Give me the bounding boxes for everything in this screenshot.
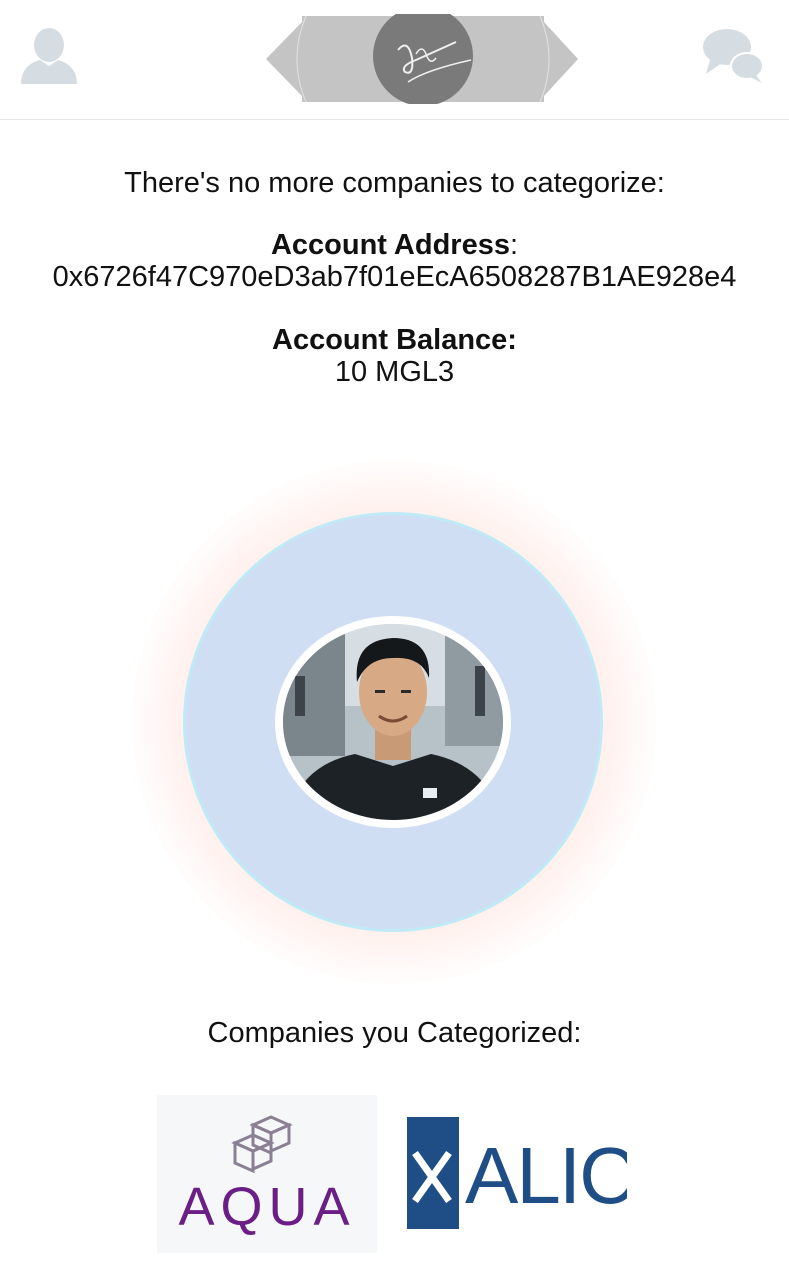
company-logo-xalic[interactable]: ALIC [407,1095,637,1253]
profile-icon[interactable] [18,26,80,86]
xalic-logo-text: ALIC [465,1131,627,1220]
categorized-heading: Companies you Categorized: [207,1017,582,1049]
chat-bubbles-icon[interactable] [700,26,766,86]
account-address-value: 0x6726f47C970eD3ab7f01eEcA6508287B1AE928… [52,261,737,293]
account-balance-value: 10 MGL3 [334,356,455,388]
avatar[interactable] [275,616,511,828]
status-message: There's no more companies to categorize: [124,167,665,199]
account-address-label: Account Address [270,229,510,261]
company-logo-aqua[interactable]: AQUA [157,1095,377,1253]
account-address-colon: : [509,229,519,261]
app-logo[interactable] [266,6,580,106]
account-balance-label: Account Balance: [272,324,517,356]
app-header [0,0,789,120]
account-address-heading: Account Address: [0,228,789,262]
aqua-logo-text: AQUA [178,1177,355,1237]
